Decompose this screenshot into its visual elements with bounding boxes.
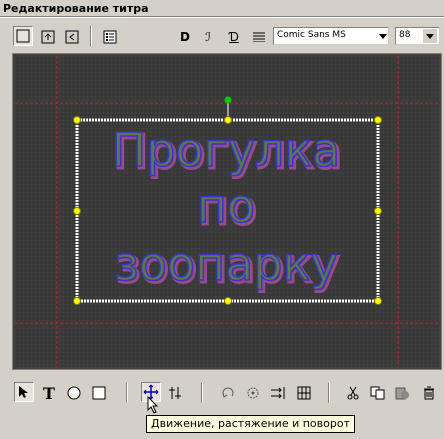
font-size-select[interactable]: 88 xyxy=(395,27,440,45)
bold-button[interactable]: D xyxy=(175,27,195,47)
font-dropdown-button[interactable] xyxy=(376,29,390,43)
bottom-toolbar: T xyxy=(0,377,444,409)
ellipse-icon xyxy=(67,386,81,400)
align-center-button[interactable] xyxy=(38,27,58,47)
text-tool-button[interactable]: T xyxy=(39,383,59,403)
font-size-value: 88 xyxy=(399,30,411,40)
template-list-button[interactable] xyxy=(100,27,120,47)
trash-icon xyxy=(424,386,434,400)
toolbar-separator xyxy=(126,383,128,403)
skew-icon xyxy=(169,387,181,399)
skew-button[interactable] xyxy=(166,383,186,403)
rectangle-tool-button[interactable] xyxy=(89,383,109,403)
toolbar-separator xyxy=(90,26,92,46)
window-title: Редактирование титра xyxy=(3,2,149,15)
align-objects-button[interactable] xyxy=(243,383,263,403)
frame-icon xyxy=(16,29,30,43)
toolbar-separator xyxy=(328,383,330,403)
rotate-button[interactable] xyxy=(218,383,238,403)
scissors-icon xyxy=(347,386,359,400)
arrow-pointer-icon xyxy=(19,386,28,398)
center-align-icon xyxy=(41,30,55,44)
ellipse-tool-button[interactable] xyxy=(64,383,84,403)
handle-bottom-left[interactable] xyxy=(73,297,81,305)
rotate-icon xyxy=(222,387,234,398)
handle-top-left[interactable] xyxy=(73,116,81,124)
distribute-icon xyxy=(271,387,285,399)
title-bar: Редактирование титра xyxy=(0,0,444,16)
title-line-2: по xyxy=(197,179,255,233)
select-tool-button[interactable] xyxy=(14,382,34,402)
grid-button[interactable] xyxy=(294,383,314,403)
title-line-3: зоопарку xyxy=(114,237,337,291)
left-align-icon xyxy=(65,30,79,44)
title-editor-panel: Редактирование титра D ℐ Ɗ Comic Sans MS… xyxy=(0,0,444,439)
distribute-button[interactable] xyxy=(268,383,288,403)
copy-button[interactable] xyxy=(368,383,388,403)
text-align-button[interactable] xyxy=(249,27,269,47)
canvas-drawing: Прогулка по зоопарку Прогулка по зоопарк… xyxy=(15,56,439,367)
justify-icon xyxy=(253,32,265,42)
paste-icon xyxy=(395,387,409,400)
divider-highlight xyxy=(0,17,444,18)
grid-icon xyxy=(297,386,311,400)
underline-button[interactable]: Ɗ xyxy=(224,27,244,47)
size-dropdown-button[interactable] xyxy=(423,29,437,43)
italic-button[interactable]: ℐ xyxy=(198,27,218,47)
title-canvas[interactable]: Прогулка по зоопарку Прогулка по зоопарк… xyxy=(15,56,439,367)
cut-button[interactable] xyxy=(343,383,363,403)
safe-area-button[interactable] xyxy=(13,26,33,46)
font-family-select[interactable]: Comic Sans MS xyxy=(273,27,389,45)
list-icon xyxy=(103,30,117,44)
rectangle-icon xyxy=(92,386,106,400)
align-icon xyxy=(247,387,259,399)
mouse-cursor-icon xyxy=(147,396,159,414)
align-left-button[interactable] xyxy=(62,27,82,47)
rotate-handle[interactable] xyxy=(224,96,232,104)
copy-icon xyxy=(370,386,385,400)
handle-bottom-center[interactable] xyxy=(224,297,232,305)
handle-bottom-right[interactable] xyxy=(374,297,382,305)
chevron-down-icon xyxy=(379,33,387,39)
tooltip: Движение, растяжение и поворот xyxy=(146,415,355,433)
font-family-value: Comic Sans MS xyxy=(277,30,346,40)
delete-button[interactable] xyxy=(419,383,439,403)
title-line-1: Прогулка xyxy=(112,123,341,177)
toolbar-separator xyxy=(201,383,203,403)
chevron-down-icon xyxy=(426,33,434,39)
canvas-frame: Прогулка по зоопарку Прогулка по зоопарк… xyxy=(12,53,442,370)
handle-middle-right[interactable] xyxy=(374,207,382,215)
handle-middle-left[interactable] xyxy=(73,207,81,215)
handle-top-right[interactable] xyxy=(374,116,382,124)
paste-button[interactable] xyxy=(393,383,413,403)
